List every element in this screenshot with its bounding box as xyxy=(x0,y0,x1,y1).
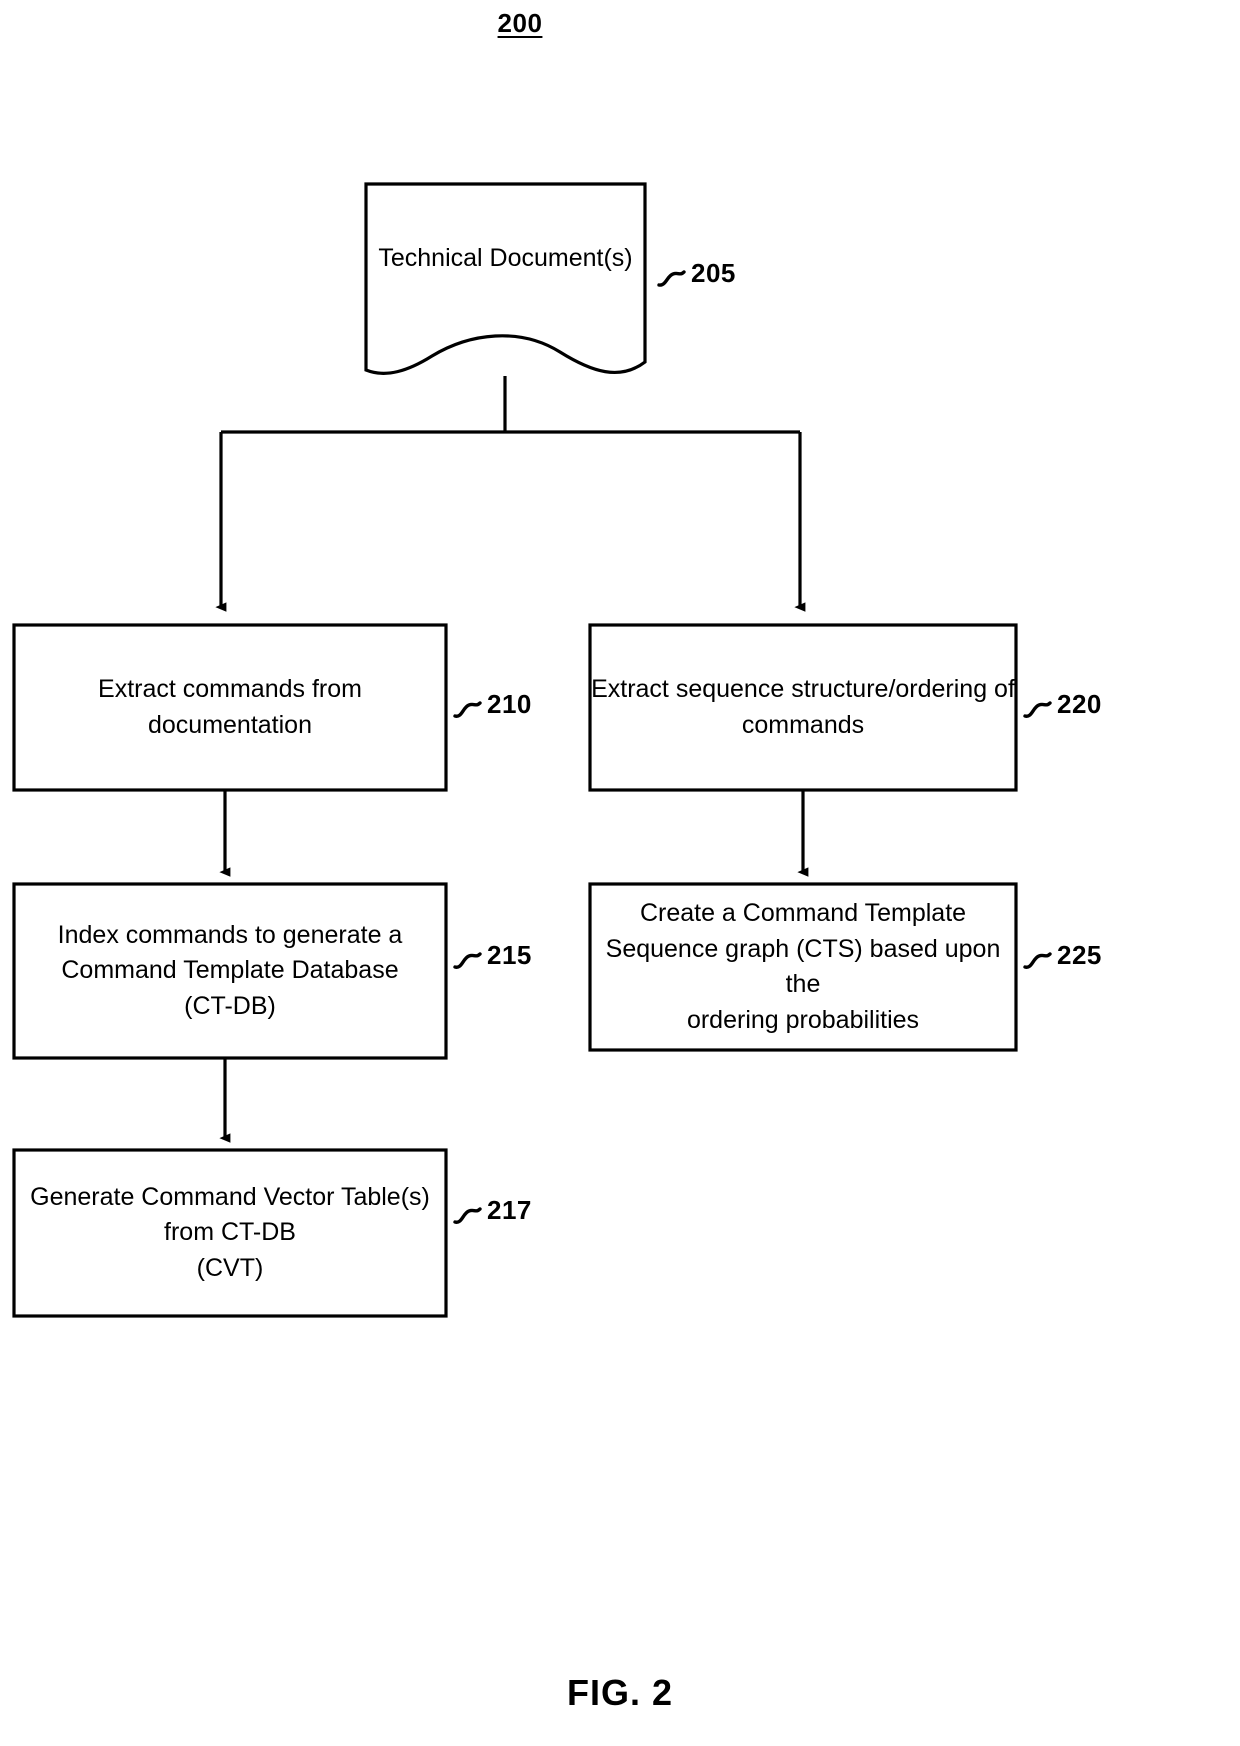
reference-numeral-225: 225 xyxy=(1057,940,1102,970)
leader-line-217 xyxy=(453,1207,482,1224)
reference-numeral-205: 205 xyxy=(691,258,736,288)
leader-line-215 xyxy=(453,952,482,969)
node-index-commands-box xyxy=(12,882,448,1060)
leader-line-210 xyxy=(453,701,482,718)
reference-numeral-217: 217 xyxy=(487,1195,532,1225)
node-extract-sequence-box xyxy=(588,623,1018,792)
node-generate-cvt-box xyxy=(12,1148,448,1318)
reference-numeral-220: 220 xyxy=(1057,689,1102,719)
reference-numeral-210: 210 xyxy=(487,689,532,719)
reference-numeral-215: 215 xyxy=(487,940,532,970)
figure-diagram-canvas xyxy=(12,182,1052,1318)
leader-line-220 xyxy=(1023,701,1052,718)
leader-line-205 xyxy=(657,270,686,287)
figure-caption: FIG. 2 xyxy=(566,1672,674,1713)
node-technical-document-shape xyxy=(364,182,647,375)
patent-figure: 200 Technical Document(s) Extract comman… xyxy=(0,0,1240,1746)
node-extract-commands-box xyxy=(12,623,448,792)
node-create-cts-box xyxy=(588,882,1018,1052)
leader-line-225 xyxy=(1023,952,1052,969)
